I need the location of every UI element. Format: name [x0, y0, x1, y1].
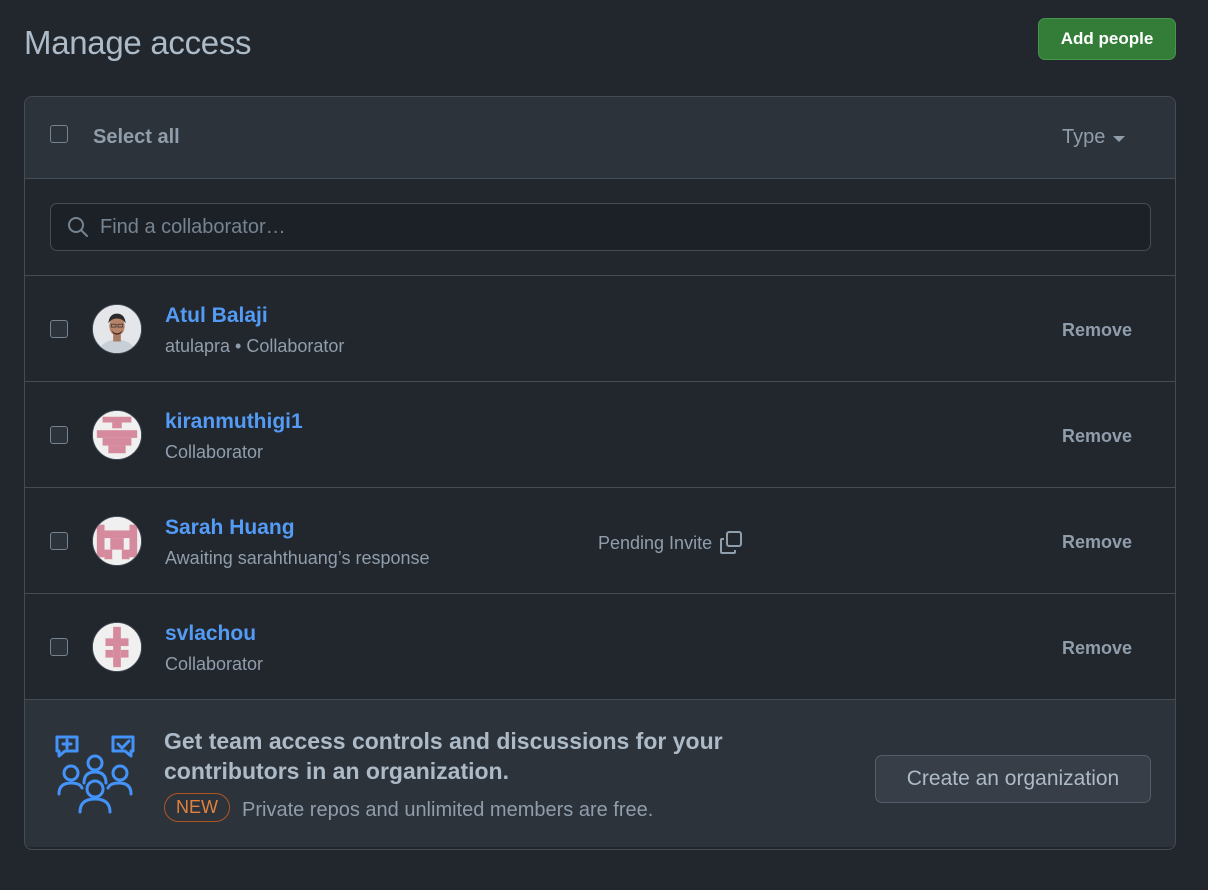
- member-row: Sarah Huang Awaiting sarahthuang’s respo…: [25, 488, 1175, 594]
- new-badge: NEW: [164, 793, 230, 822]
- pending-invite-label: Pending Invite: [598, 532, 713, 553]
- search-input[interactable]: [100, 204, 1150, 250]
- remove-button[interactable]: Remove: [1062, 426, 1132, 447]
- avatar[interactable]: [92, 304, 142, 354]
- avatar[interactable]: [92, 410, 142, 460]
- member-checkbox[interactable]: [50, 638, 68, 656]
- team-people-icon: [53, 733, 137, 815]
- select-all-label: Select all: [93, 126, 180, 148]
- member-row: svlachou Collaborator Remove: [25, 594, 1175, 700]
- remove-button[interactable]: Remove: [1062, 532, 1132, 553]
- search-box[interactable]: [50, 203, 1151, 251]
- member-checkbox[interactable]: [50, 426, 68, 444]
- promo-description: Private repos and unlimited members are …: [242, 799, 654, 821]
- member-role: atulapra • Collaborator: [165, 336, 345, 356]
- search-row: [25, 179, 1175, 276]
- remove-button[interactable]: Remove: [1062, 638, 1132, 659]
- organization-promo: Get team access controls and discussions…: [25, 700, 1175, 847]
- pending-invite: Pending Invite: [598, 530, 744, 556]
- search-icon: [66, 215, 90, 239]
- collaborators-box: Select all Type Find a collaborator… Atu…: [24, 96, 1176, 850]
- member-name[interactable]: svlachou: [165, 622, 256, 646]
- member-checkbox[interactable]: [50, 532, 68, 550]
- member-checkbox[interactable]: [50, 320, 68, 338]
- copy-icon[interactable]: [718, 530, 744, 556]
- member-role: Collaborator: [165, 654, 264, 674]
- member-name[interactable]: Sarah Huang: [165, 516, 295, 540]
- member-role: Collaborator: [165, 442, 264, 462]
- promo-title: Get team access controls and discussions…: [164, 728, 723, 784]
- page-title: Manage access: [24, 24, 252, 61]
- member-row: kiranmuthigi1 Collaborator Remove: [25, 382, 1175, 488]
- caret-down-icon: [1113, 135, 1126, 142]
- avatar[interactable]: [92, 516, 142, 566]
- member-name[interactable]: Atul Balaji: [165, 304, 268, 328]
- type-filter-label: Type: [1062, 126, 1106, 148]
- member-name[interactable]: kiranmuthigi1: [165, 410, 303, 434]
- box-header: Select all Type: [25, 97, 1175, 179]
- remove-button[interactable]: Remove: [1062, 320, 1132, 341]
- create-organization-button[interactable]: Create an organization: [875, 755, 1151, 803]
- avatar[interactable]: [92, 622, 142, 672]
- add-people-button[interactable]: Add people: [1038, 18, 1176, 60]
- select-all-checkbox[interactable]: [50, 125, 68, 143]
- member-row: Atul Balaji atulapra • Collaborator Remo…: [25, 276, 1175, 382]
- member-status-text: Awaiting sarahthuang’s response: [165, 548, 430, 568]
- type-filter-dropdown[interactable]: Type: [1062, 126, 1126, 149]
